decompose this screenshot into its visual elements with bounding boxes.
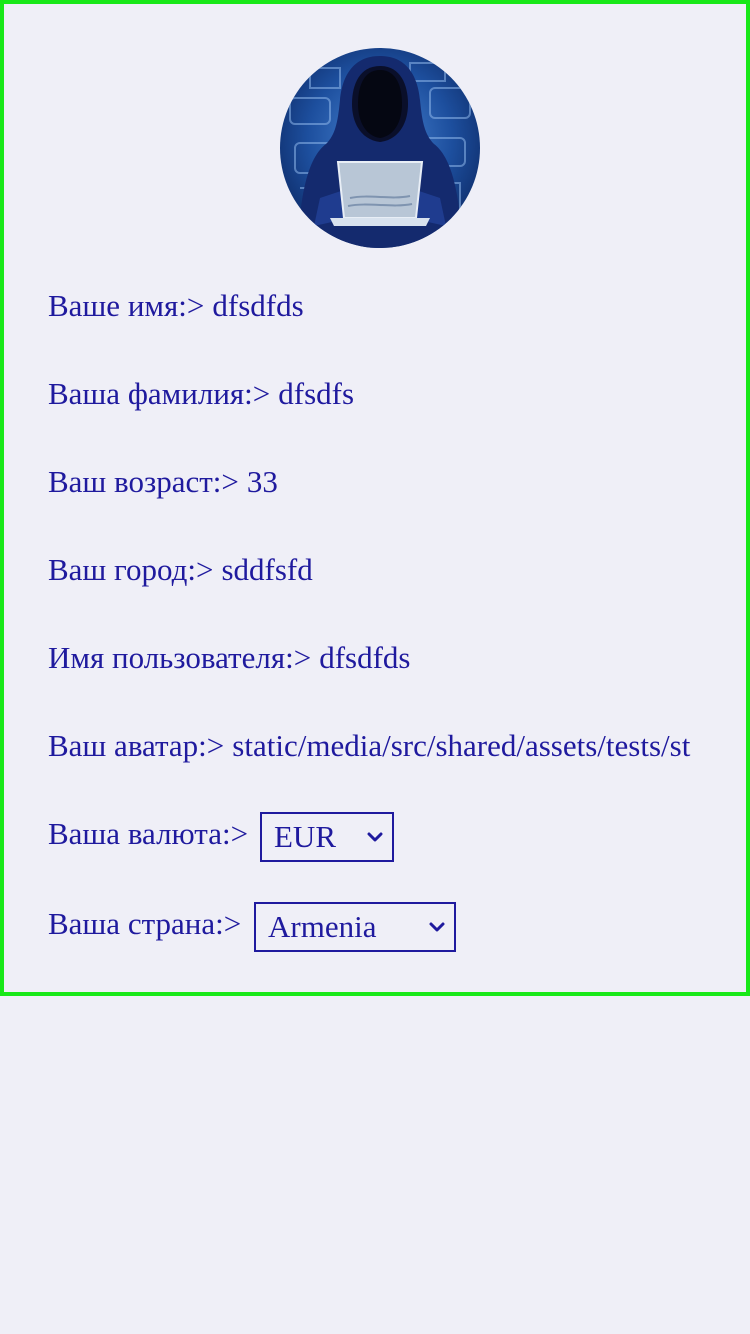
age-value: 33: [246, 464, 278, 499]
currency-selected-value: EUR: [274, 819, 336, 854]
city-value: sddfsfd: [221, 552, 313, 587]
hooded-hacker-avatar-icon: [280, 48, 480, 248]
country-label: Ваша страна:>: [48, 906, 242, 941]
avatar-path-value: static/media/src/shared/assets/tests/st: [232, 728, 691, 763]
chevron-down-icon: [367, 832, 383, 842]
avatar-path-row: Ваш аватар:> static/media/src/shared/asse…: [48, 728, 710, 764]
chevron-down-icon: [429, 922, 445, 932]
age-label: Ваш возраст:>: [48, 464, 239, 499]
currency-select[interactable]: EUR: [260, 812, 394, 862]
last-name-value: dfsdfs: [278, 376, 355, 411]
profile-card: Ваше имя:> dfsdfds Ваша фамилия:> dfsdfs В…: [0, 0, 750, 996]
city-row: Ваш город:> sddfsfd: [48, 552, 710, 588]
last-name-label: Ваша фамилия:>: [48, 376, 271, 411]
username-value: dfsdfds: [319, 640, 411, 675]
last-name-row: Ваша фамилия:> dfsdfs: [48, 376, 710, 412]
country-select[interactable]: Armenia: [254, 902, 456, 952]
avatar-path-label: Ваш аватар:>: [48, 728, 225, 763]
city-label: Ваш город:>: [48, 552, 214, 587]
first-name-label: Ваше имя:>: [48, 288, 205, 323]
username-row: Имя пользователя:> dfsdfds: [48, 640, 710, 676]
user-avatar: [280, 48, 480, 248]
currency-label: Ваша валюта:>: [48, 816, 249, 851]
country-selected-value: Armenia: [268, 909, 377, 944]
first-name-value: dfsdfds: [212, 288, 304, 323]
username-label: Имя пользователя:>: [48, 640, 312, 675]
age-row: Ваш возраст:> 33: [48, 464, 710, 500]
first-name-row: Ваше имя:> dfsdfds: [48, 288, 710, 324]
